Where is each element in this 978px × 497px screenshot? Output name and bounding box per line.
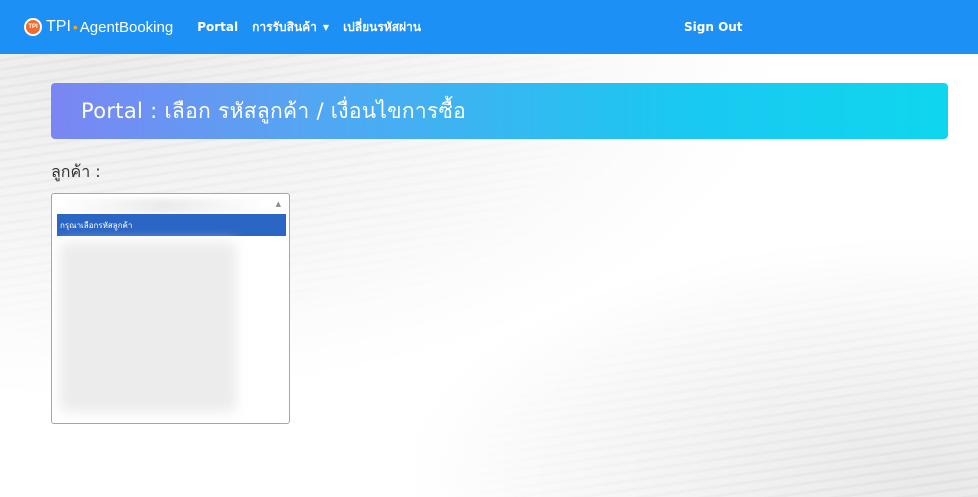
brand-tpi: TPI	[46, 18, 71, 35]
customer-label: ลูกค้า :	[51, 162, 101, 181]
brand-name: AgentBooking	[79, 18, 174, 36]
nav-menu: Portal การรับสินค้า ▼ เปลี่ยนรหัสผ่าน	[197, 0, 435, 54]
nav-item-portal[interactable]: Portal	[197, 20, 238, 34]
page-title: Portal : เลือก รหัสลูกค้า / เงื่อนไขการซ…	[81, 98, 467, 123]
page-header-banner: Portal : เลือก รหัสลูกค้า / เงื่อนไขการซ…	[51, 83, 948, 139]
redacted-options-area	[60, 242, 236, 412]
customer-option-label: กรุณาเลือกรหัสลูกค้า	[60, 220, 133, 230]
redacted-top-strip	[58, 199, 268, 213]
brand-separator: •	[72, 19, 78, 35]
tpi-logo-icon: TPI	[24, 18, 42, 36]
top-navbar: TPI TPI • AgentBooking Portal การรับสินค…	[0, 0, 978, 54]
sign-out-link[interactable]: Sign Out	[684, 0, 743, 54]
scroll-up-arrow-icon[interactable]: ▲	[276, 200, 281, 208]
customer-select-listbox[interactable]: ▲ กรุณาเลือกรหัสลูกค้า	[51, 193, 290, 424]
brand[interactable]: TPI TPI • AgentBooking	[24, 0, 173, 54]
nav-item-change-password[interactable]: เปลี่ยนรหัสผ่าน	[343, 18, 421, 37]
logo-text: TPI	[28, 24, 38, 30]
nav-item-receiving-dropdown[interactable]: การรับสินค้า ▼	[252, 18, 329, 37]
customer-option-selected[interactable]: กรุณาเลือกรหัสลูกค้า	[57, 214, 286, 236]
chevron-down-icon: ▼	[322, 22, 330, 32]
nav-item-receiving-label: การรับสินค้า	[252, 19, 317, 34]
